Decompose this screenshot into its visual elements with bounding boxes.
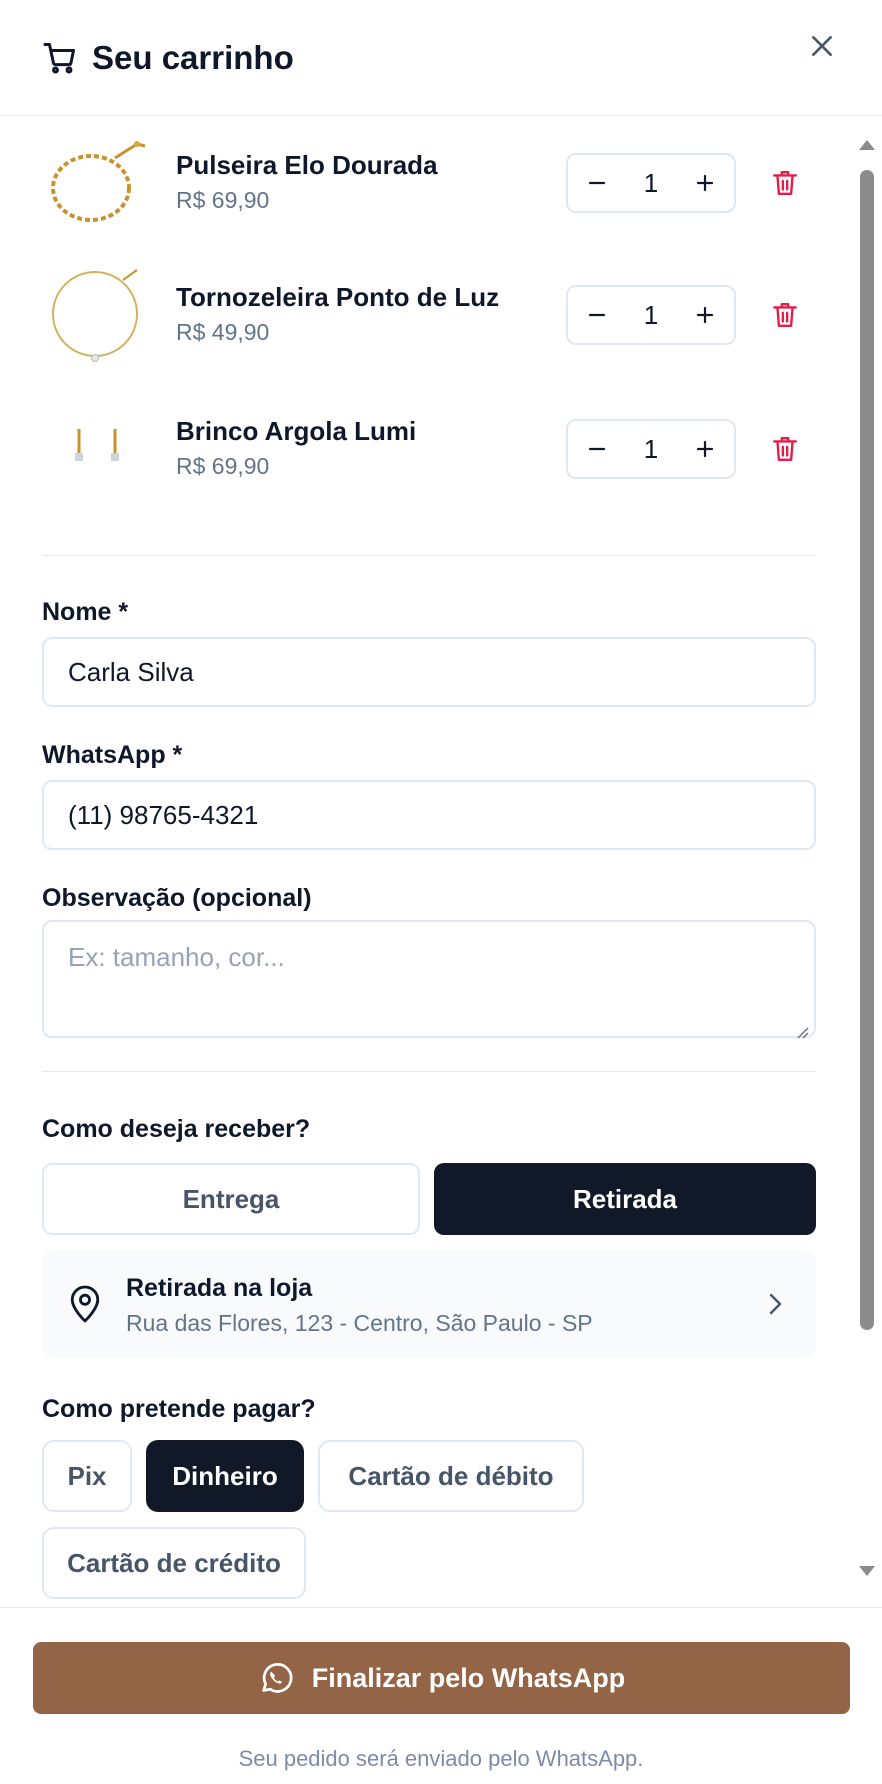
product-image-anklet — [42, 259, 152, 369]
cart-item: Brinco Argola Lumi R$ 69,90 1 — [42, 393, 816, 503]
increase-button[interactable] — [690, 168, 720, 198]
finalize-label: Finalizar pelo WhatsApp — [311, 1662, 626, 1693]
name-field[interactable]: Carla Silva — [42, 637, 816, 707]
delivery-option-retirada[interactable]: Retirada — [434, 1163, 816, 1235]
item-price: R$ 69,90 — [176, 453, 270, 479]
remove-item-button[interactable] — [768, 431, 802, 467]
section-divider — [42, 1071, 816, 1072]
payment-option-debito[interactable]: Cartão de débito — [318, 1440, 584, 1512]
payment-option-credito[interactable]: Cartão de crédito — [42, 1527, 306, 1599]
cart-footer: Finalizar pelo WhatsApp Seu pedido será … — [0, 1607, 882, 1784]
whatsapp-icon — [258, 1660, 294, 1696]
pickup-title: Retirada na loja — [126, 1274, 313, 1302]
payment-option-dinheiro[interactable]: Dinheiro — [146, 1440, 304, 1512]
cart-header: Seu carrinho — [0, 0, 882, 116]
quantity-value: 1 — [643, 433, 659, 464]
cart-item: Tornozeleira Ponto de Luz R$ 49,90 1 — [42, 259, 816, 369]
payment-question: Como pretende pagar? — [42, 1395, 316, 1423]
scrollbar[interactable] — [858, 136, 876, 1580]
payment-option-pix[interactable]: Pix — [42, 1440, 132, 1512]
plus-icon — [695, 439, 715, 459]
minus-icon — [587, 439, 607, 459]
note-placeholder: Ex: tamanho, cor... — [68, 942, 285, 972]
trash-icon — [772, 435, 798, 463]
note-textarea[interactable]: Ex: tamanho, cor... — [42, 920, 816, 1039]
item-price: R$ 49,90 — [176, 319, 270, 345]
cart-item: Pulseira Elo Dourada R$ 69,90 1 — [42, 127, 816, 237]
whatsapp-label: WhatsApp * — [42, 741, 183, 769]
item-name: Pulseira Elo Dourada — [176, 150, 438, 180]
footer-note: Seu pedido será enviado pelo WhatsApp. — [238, 1746, 644, 1771]
close-button[interactable] — [802, 26, 842, 66]
item-name: Tornozeleira Ponto de Luz — [176, 282, 500, 312]
scrollbar-thumb[interactable] — [860, 170, 874, 1330]
scroll-up-icon[interactable] — [859, 140, 875, 150]
quantity-stepper: 1 — [566, 419, 736, 479]
whatsapp-field[interactable]: (11) 98765-4321 — [42, 780, 816, 850]
chevron-right-icon — [764, 1290, 786, 1318]
finalize-whatsapp-button[interactable]: Finalizar pelo WhatsApp — [33, 1642, 850, 1714]
plus-icon — [695, 305, 715, 325]
plus-icon — [695, 173, 715, 193]
minus-icon — [587, 173, 607, 193]
decrease-button[interactable] — [582, 300, 612, 330]
resize-handle-icon[interactable] — [794, 1016, 810, 1039]
item-name: Brinco Argola Lumi — [176, 416, 417, 446]
note-label: Observação (opcional) — [42, 884, 312, 912]
minus-icon — [587, 305, 607, 325]
remove-item-button[interactable] — [768, 165, 802, 201]
product-image-earrings — [42, 393, 152, 503]
trash-icon — [772, 169, 798, 197]
quantity-stepper: 1 — [566, 153, 736, 213]
pickup-location-card[interactable]: Retirada na loja Rua das Flores, 123 - C… — [42, 1250, 816, 1358]
product-image-bracelet — [42, 127, 152, 237]
shopping-cart-icon — [42, 40, 78, 76]
quantity-value: 1 — [643, 167, 659, 198]
cart-title: Seu carrinho — [92, 38, 294, 76]
trash-icon — [772, 301, 798, 329]
delivery-option-entrega[interactable]: Entrega — [42, 1163, 420, 1235]
section-divider — [42, 555, 816, 556]
decrease-button[interactable] — [582, 168, 612, 198]
quantity-stepper: 1 — [566, 285, 736, 345]
delivery-question: Como deseja receber? — [42, 1115, 311, 1143]
item-price: R$ 69,90 — [176, 187, 270, 213]
scroll-down-icon[interactable] — [859, 1566, 875, 1576]
increase-button[interactable] — [690, 300, 720, 330]
decrease-button[interactable] — [582, 434, 612, 464]
close-icon — [809, 33, 835, 59]
name-label: Nome * — [42, 598, 129, 626]
quantity-value: 1 — [643, 299, 659, 330]
remove-item-button[interactable] — [768, 297, 802, 333]
increase-button[interactable] — [690, 434, 720, 464]
map-pin-icon — [68, 1284, 102, 1324]
pickup-address: Rua das Flores, 123 - Centro, São Paulo … — [126, 1310, 593, 1336]
